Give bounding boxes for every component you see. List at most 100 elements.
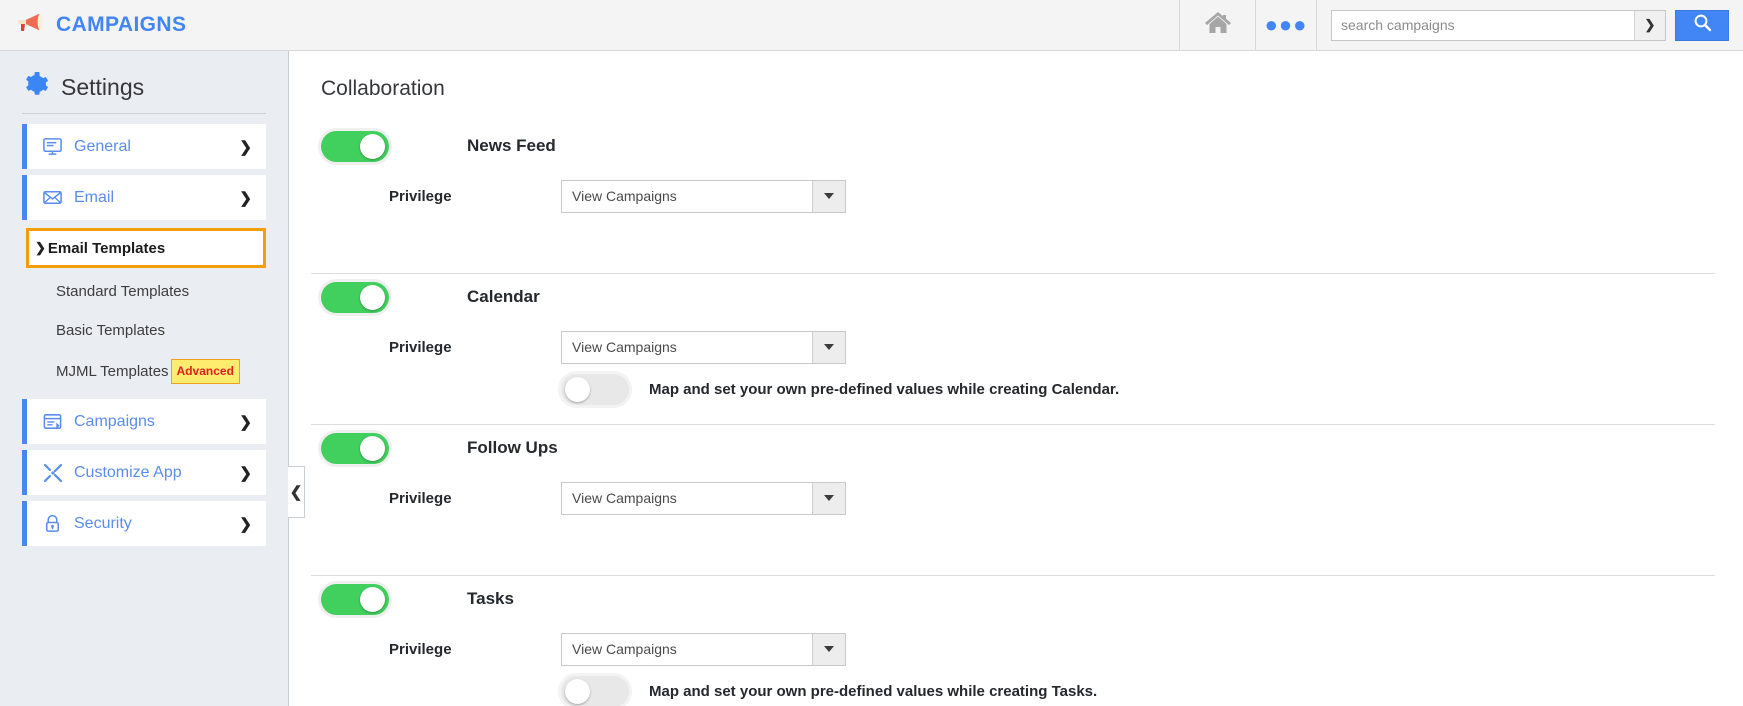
sidebar-item-label: Email Templates xyxy=(47,239,166,257)
section-tasks: Tasks Privilege View Campaigns Map and s… xyxy=(311,576,1715,706)
sidebar-item-label: Email xyxy=(74,188,115,206)
sidebar-item-email-templates[interactable]: ❯ Email Templates xyxy=(26,228,266,268)
sidebar-item-general[interactable]: General ❯ xyxy=(22,124,266,169)
chevron-down-icon: ❯ xyxy=(35,240,46,255)
privilege-row: Privilege View Campaigns xyxy=(311,326,1715,368)
sidebar-item-label: MJML Templates xyxy=(56,363,169,380)
home-icon xyxy=(1203,9,1233,41)
sidebar-item-mjml-templates[interactable]: MJML Templates Advanced xyxy=(0,350,288,393)
monitor-icon xyxy=(42,136,68,157)
section-follow-ups: Follow Ups Privilege View Campaigns xyxy=(311,425,1715,576)
select-value: View Campaigns xyxy=(572,188,677,204)
chevron-down-icon[interactable] xyxy=(812,633,845,665)
news-feed-toggle[interactable] xyxy=(321,130,389,162)
sidebar-item-label: Standard Templates xyxy=(56,283,190,300)
calendar-privilege-select[interactable]: View Campaigns xyxy=(561,330,846,364)
privilege-row: Privilege View Campaigns xyxy=(311,175,1715,217)
chevron-down-icon: ❯ xyxy=(239,189,252,207)
chevron-down-icon[interactable] xyxy=(812,180,845,212)
home-button[interactable] xyxy=(1179,0,1255,51)
chevron-right-icon: ❯ xyxy=(239,413,252,431)
settings-sidebar: Settings General ❯ Email ❯ ❯ Email Templ… xyxy=(0,51,305,706)
sidebar-item-standard-templates[interactable]: Standard Templates xyxy=(0,272,288,311)
advanced-badge: Advanced xyxy=(170,359,240,384)
sidebar-item-label: Security xyxy=(74,514,132,532)
header-actions: ●●● ❯ xyxy=(1179,0,1743,51)
tasks-map-toggle[interactable] xyxy=(561,675,629,706)
chevron-right-icon: ❯ xyxy=(239,464,252,482)
calendar-map-toggle[interactable] xyxy=(561,373,629,405)
section-title: News Feed xyxy=(467,136,556,155)
sidebar-item-customize-app[interactable]: Customize App ❯ xyxy=(22,450,266,495)
settings-header: Settings xyxy=(0,67,288,113)
follow-ups-privilege-select[interactable]: View Campaigns xyxy=(561,481,846,515)
privilege-label: Privilege xyxy=(389,338,452,356)
tools-icon xyxy=(42,462,68,484)
sidebar-item-label: General xyxy=(74,137,131,155)
settings-divider xyxy=(22,113,266,114)
privilege-label: Privilege xyxy=(389,489,452,507)
tasks-map-row: Map and set your own pre-defined values … xyxy=(561,670,1715,706)
select-value: View Campaigns xyxy=(572,490,677,506)
section-news-feed: News Feed Privilege View Campaigns xyxy=(311,123,1715,274)
chevron-down-icon[interactable] xyxy=(812,331,845,363)
lock-icon xyxy=(42,513,68,534)
privilege-label: Privilege xyxy=(389,187,452,205)
sidebar-item-security[interactable]: Security ❯ xyxy=(22,501,266,546)
section-header: Tasks xyxy=(311,576,1715,622)
envelope-icon xyxy=(42,187,68,208)
section-title: Calendar xyxy=(467,287,540,306)
privilege-label: Privilege xyxy=(389,640,452,658)
search-area: ❯ xyxy=(1317,0,1743,51)
tasks-privilege-select[interactable]: View Campaigns xyxy=(561,632,846,666)
chevron-right-icon: ❯ xyxy=(239,515,252,533)
sidebar-item-email[interactable]: Email ❯ xyxy=(22,175,266,220)
toggle-knob xyxy=(360,586,385,612)
brand-title: CAMPAIGNS xyxy=(56,13,187,36)
select-value: View Campaigns xyxy=(572,339,677,355)
section-header: Follow Ups xyxy=(311,425,1715,471)
sidebar-item-basic-templates[interactable]: Basic Templates xyxy=(0,311,288,350)
calendar-toggle[interactable] xyxy=(321,281,389,313)
page-title: Collaboration xyxy=(321,77,445,100)
sidebar-item-label: Campaigns xyxy=(74,412,155,430)
search-box: ❯ xyxy=(1331,9,1666,41)
toggle-knob xyxy=(360,284,385,310)
sidebar-collapse-handle[interactable]: ❮ xyxy=(288,466,305,518)
news-feed-privilege-select[interactable]: View Campaigns xyxy=(561,179,846,213)
section-calendar: Calendar Privilege View Campaigns Map an… xyxy=(311,274,1715,425)
section-title: Tasks xyxy=(467,589,514,608)
section-title: Follow Ups xyxy=(467,438,558,457)
sidebar-item-campaigns[interactable]: Campaigns ❯ xyxy=(22,399,266,444)
toggle-knob xyxy=(565,678,590,704)
privilege-row: Privilege View Campaigns xyxy=(311,477,1715,519)
brand: CAMPAIGNS xyxy=(0,11,186,40)
search-button[interactable] xyxy=(1675,9,1729,41)
section-header: Calendar xyxy=(311,274,1715,320)
chevron-left-icon: ❮ xyxy=(289,484,303,501)
chevron-down-icon: ❯ xyxy=(1644,17,1656,32)
chevron-down-icon[interactable] xyxy=(812,482,845,514)
gear-icon xyxy=(22,71,49,103)
search-icon xyxy=(1693,13,1712,37)
search-scope-dropdown[interactable]: ❯ xyxy=(1634,10,1665,40)
toggle-knob xyxy=(565,376,590,402)
chevron-right-icon: ❯ xyxy=(239,138,252,156)
settings-title: Settings xyxy=(61,73,145,100)
campaign-board-icon xyxy=(42,411,68,432)
calendar-map-text: Map and set your own pre-defined values … xyxy=(649,380,1120,398)
more-menu-button[interactable]: ●●● xyxy=(1255,0,1317,51)
sidebar-item-label: Basic Templates xyxy=(56,322,165,339)
follow-ups-toggle[interactable] xyxy=(321,432,389,464)
search-input[interactable] xyxy=(1332,10,1634,40)
privilege-row: Privilege View Campaigns xyxy=(311,628,1715,670)
tasks-toggle[interactable] xyxy=(321,583,389,615)
select-value: View Campaigns xyxy=(572,641,677,657)
main-content: Collaboration News Feed Privilege View C… xyxy=(289,51,1743,706)
toggle-knob xyxy=(360,133,385,159)
toggle-knob xyxy=(360,435,385,461)
tasks-map-text: Map and set your own pre-defined values … xyxy=(649,682,1098,700)
app-header: CAMPAIGNS ●●● ❯ xyxy=(0,0,1743,51)
